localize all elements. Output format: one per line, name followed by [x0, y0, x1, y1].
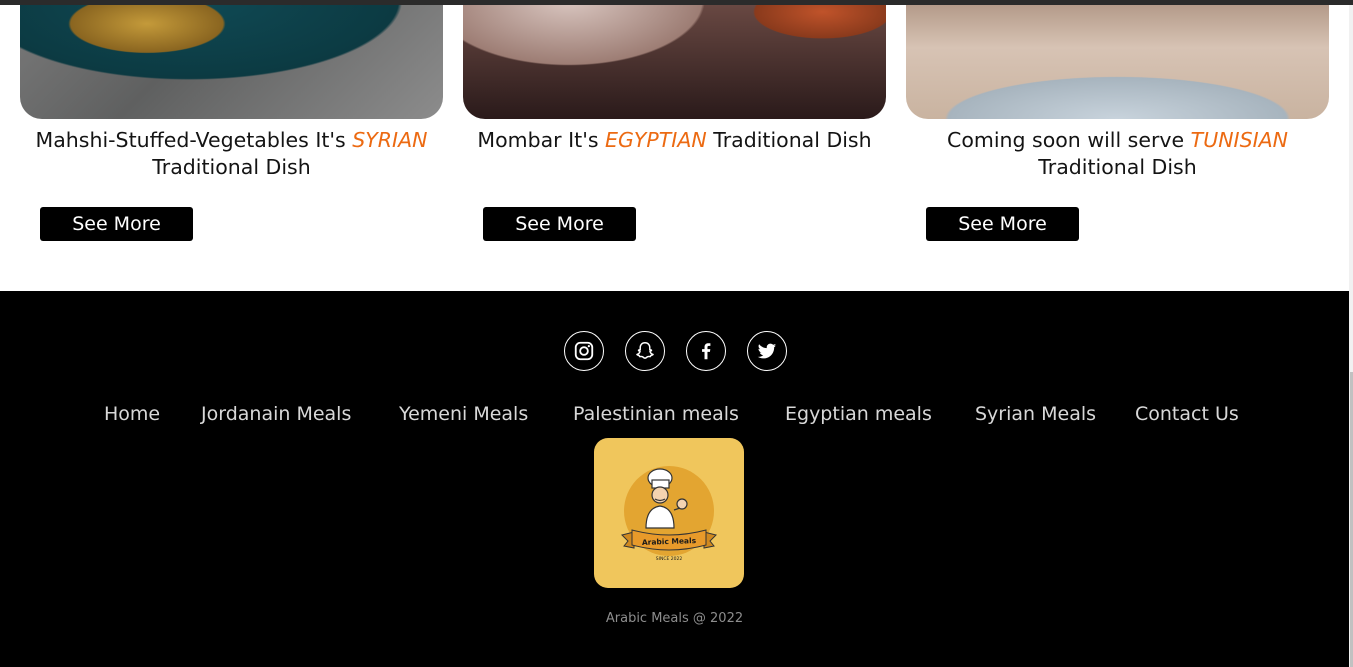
nav-contact-us[interactable]: Contact Us: [1135, 401, 1239, 427]
dish-title-text: Mombar It's: [477, 128, 606, 152]
dish-title-text: Traditional Dish: [706, 128, 872, 152]
nav-palestinian-meals[interactable]: Palestinian meals: [573, 401, 739, 427]
dish-card-tunisian: Coming soon will serve TUNISIAN Traditio…: [906, 0, 1329, 291]
dish-title-text: Traditional Dish: [1038, 155, 1197, 179]
dish-image-coming-soon: [906, 0, 1329, 119]
dish-country-highlight: SYRIAN: [352, 128, 428, 152]
footer-nav: Home Jordanain Meals Yemeni Meals Palest…: [0, 401, 1349, 427]
site-footer: Home Jordanain Meals Yemeni Meals Palest…: [0, 291, 1349, 667]
nav-jordanian-meals[interactable]: Jordanain Meals: [201, 401, 351, 427]
nav-egyptian-meals[interactable]: Egyptian meals: [785, 401, 932, 427]
nav-syrian-meals[interactable]: Syrian Meals: [975, 401, 1096, 427]
chef-logo-icon: Arabic Meals SINCE 2022: [621, 466, 717, 562]
browser-top-edge: [0, 0, 1353, 5]
site-logo[interactable]: Arabic Meals SINCE 2022: [594, 438, 744, 588]
logo-text: Arabic Meals: [642, 536, 697, 547]
twitter-icon: [757, 343, 777, 359]
snapchat-icon: [636, 342, 654, 359]
nav-home[interactable]: Home: [104, 401, 160, 427]
dish-title: Coming soon will serve TUNISIAN Traditio…: [906, 127, 1329, 181]
dish-country-highlight: TUNISIAN: [1190, 128, 1288, 152]
dish-card-syrian: Mahshi-Stuffed-Vegetables It's SYRIAN Tr…: [20, 0, 443, 291]
see-more-button[interactable]: See More: [483, 207, 636, 241]
dish-image-mahshi: [20, 0, 443, 119]
snapchat-link[interactable]: [625, 331, 665, 371]
dish-country-highlight: EGYPTIAN: [605, 128, 707, 152]
dish-title-text: Traditional Dish: [152, 155, 311, 179]
facebook-icon: [702, 343, 711, 360]
see-more-button[interactable]: See More: [40, 207, 193, 241]
copyright-text: Arabic Meals @ 2022: [605, 611, 744, 626]
dish-title-text: Coming soon will serve: [947, 128, 1191, 152]
social-links: [564, 331, 787, 371]
instagram-icon: [574, 341, 594, 361]
logo-since-text: SINCE 2022: [656, 556, 683, 562]
see-more-button[interactable]: See More: [926, 207, 1079, 241]
instagram-link[interactable]: [564, 331, 604, 371]
facebook-link[interactable]: [686, 331, 726, 371]
nav-yemeni-meals[interactable]: Yemeni Meals: [399, 401, 528, 427]
dish-card-egyptian: Mombar It's EGYPTIAN Traditional Dish Se…: [463, 0, 886, 291]
dish-title: Mombar It's EGYPTIAN Traditional Dish: [463, 127, 886, 154]
dish-image-mombar: [463, 0, 886, 119]
dish-title-text: Mahshi-Stuffed-Vegetables It's: [35, 128, 353, 152]
dish-cards-section: Mahshi-Stuffed-Vegetables It's SYRIAN Tr…: [0, 0, 1349, 291]
dish-title: Mahshi-Stuffed-Vegetables It's SYRIAN Tr…: [20, 127, 443, 181]
twitter-link[interactable]: [747, 331, 787, 371]
